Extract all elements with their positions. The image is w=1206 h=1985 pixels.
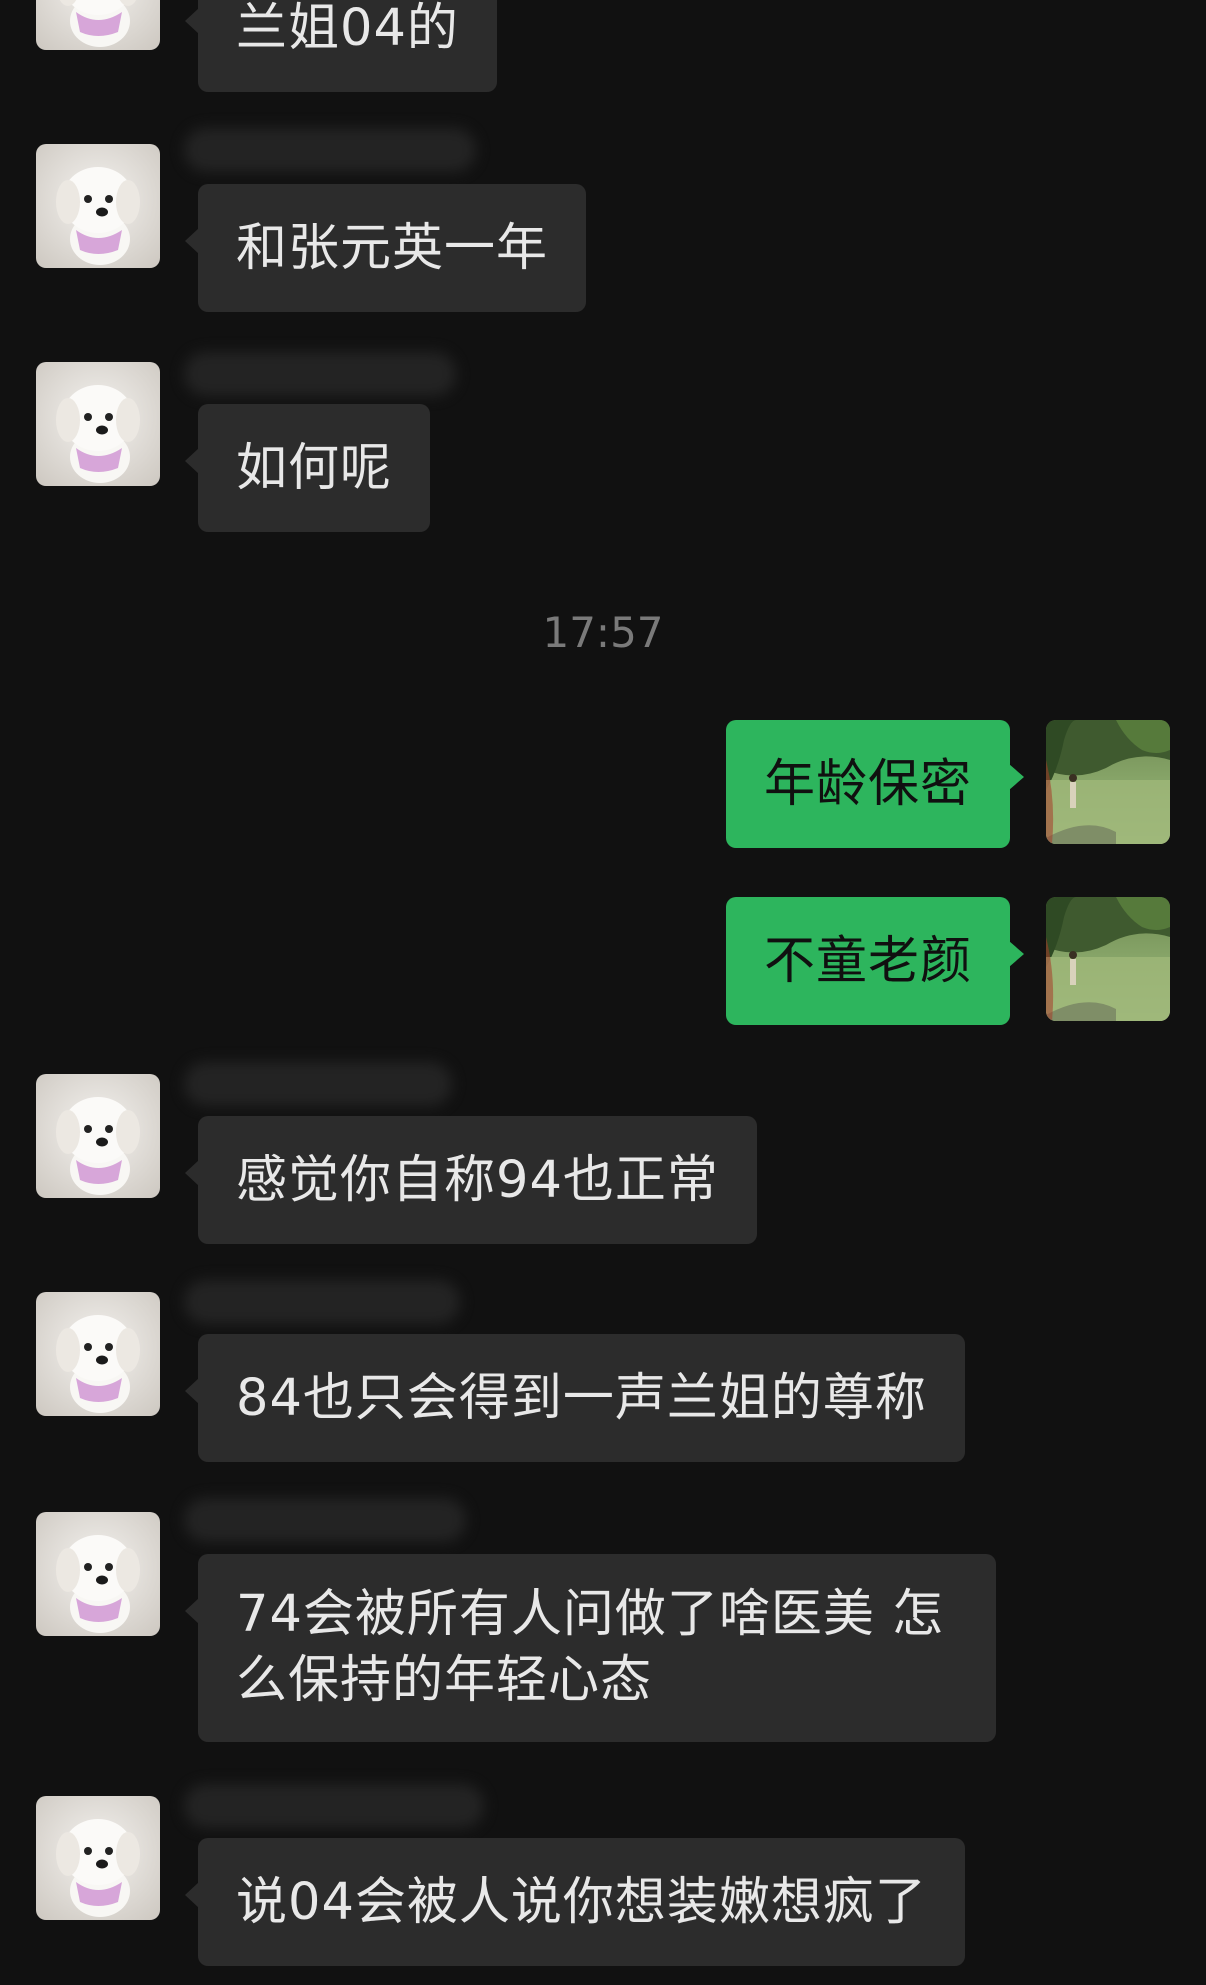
message-text: 74会被所有人问做了啥医美 怎么保持的年轻心态 [236, 1585, 945, 1710]
message-bubble[interactable]: 说04会被人说你想装嫩想疯了 [185, 1838, 965, 1966]
timestamp: 17:57 [542, 608, 664, 657]
sender-name-blurred [184, 1280, 460, 1324]
puppy-avatar-icon [36, 1292, 160, 1416]
chat-view: 兰姐04的 和张元英一年 如何呢 17:57 年龄保密 不童老颜 感觉你自称94… [0, 0, 1206, 1985]
puppy-avatar-icon [36, 0, 160, 50]
puppy-avatar-icon [36, 1074, 160, 1198]
message-text: 年龄保密 [763, 755, 972, 814]
sender-name-blurred [184, 1498, 466, 1542]
message-bubble[interactable]: 感觉你自称94也正常 [185, 1116, 757, 1244]
message-text: 感觉你自称94也正常 [236, 1151, 719, 1210]
message-bubble[interactable]: 和张元英一年 [184, 184, 587, 312]
message-text: 说04会被人说你想装嫩想疯了 [236, 1873, 927, 1932]
sender-name-blurred [184, 1784, 484, 1828]
avatar[interactable] [36, 1074, 160, 1198]
puppy-avatar-icon [36, 144, 160, 268]
message-text: 兰姐04的 [236, 0, 459, 58]
message-text: 84也只会得到一声兰姐的尊称 [236, 1369, 927, 1428]
message-bubble[interactable]: 如何呢 [184, 404, 431, 532]
puppy-avatar-icon [36, 1796, 160, 1920]
puppy-avatar-icon [36, 362, 160, 486]
message-bubble[interactable]: 84也只会得到一声兰姐的尊称 [185, 1334, 965, 1462]
message-bubble-outgoing[interactable]: 年龄保密 [725, 720, 1025, 848]
message-bubble[interactable]: 74会被所有人问做了啥医美 怎么保持的年轻心态 [185, 1554, 996, 1742]
landscape-avatar-icon [1046, 720, 1170, 844]
landscape-avatar-icon [1046, 897, 1170, 1021]
sender-name-blurred [184, 352, 456, 396]
message-text: 不童老颜 [763, 932, 972, 991]
message-text: 如何呢 [236, 439, 393, 498]
avatar[interactable] [36, 1292, 160, 1416]
sender-name-blurred [184, 128, 476, 172]
message-text: 和张元英一年 [236, 219, 549, 278]
avatar-self[interactable] [1046, 720, 1170, 844]
message-bubble-outgoing[interactable]: 不童老颜 [725, 897, 1025, 1025]
sender-name-blurred [184, 1062, 452, 1106]
message-bubble[interactable]: 兰姐04的 [185, 0, 497, 92]
avatar[interactable] [36, 1512, 160, 1636]
avatar[interactable] [36, 0, 160, 50]
avatar-self[interactable] [1046, 897, 1170, 1021]
puppy-avatar-icon [36, 1512, 160, 1636]
avatar[interactable] [36, 362, 160, 486]
avatar[interactable] [36, 144, 160, 268]
avatar[interactable] [36, 1796, 160, 1920]
